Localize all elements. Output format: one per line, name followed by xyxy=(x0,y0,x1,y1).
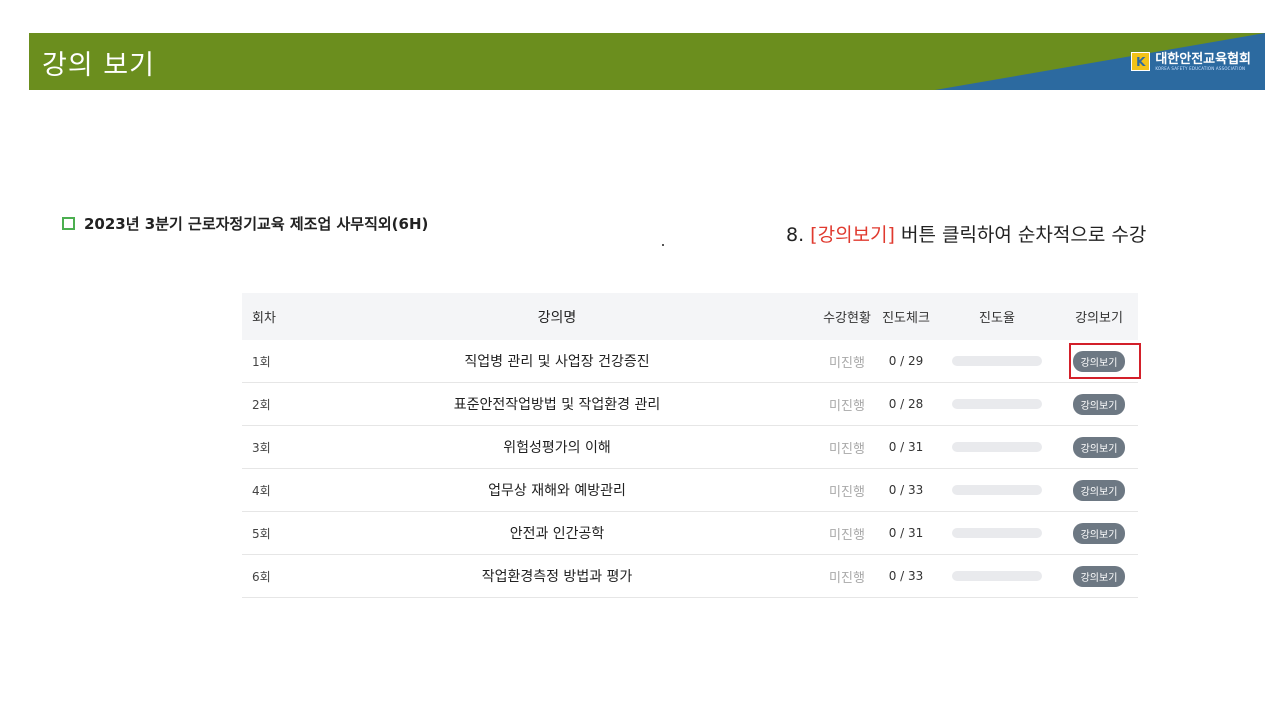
lecture-name: 위험성평가의 이해 xyxy=(503,440,611,456)
progress-rate xyxy=(934,356,1060,366)
view-cell: 강의보기 xyxy=(1060,522,1138,544)
highlight-box xyxy=(1069,343,1141,379)
lecture-name: 직업병 관리 및 사업장 건강증진 xyxy=(464,354,650,370)
brand-logo-group: K 대한안전교육협회 KOREA SAFETY EDUCATION ASSOCI… xyxy=(1131,52,1251,71)
progress-rate xyxy=(934,399,1060,409)
header-check: 진도체크 xyxy=(882,311,930,326)
progress-bar xyxy=(952,442,1042,452)
course-heading: 2023년 3분기 근로자정기교육 제조업 사무직외(6H) xyxy=(62,213,428,234)
table-header: 회차 강의명 수강현황 진도체크 진도율 강의보기 xyxy=(242,293,1138,340)
row-number: 4회 xyxy=(252,483,271,498)
progress-check: 0 / 33 xyxy=(888,569,924,583)
progress-rate xyxy=(934,528,1060,538)
progress-rate xyxy=(934,485,1060,495)
table-row: 2회 표준안전작업방법 및 작업환경 관리 미진행 0 / 28 강의보기 xyxy=(242,383,1138,426)
table-body: 1회 직업병 관리 및 사업장 건강증진 미진행 0 / 29 강의보기 2회 표준안전작업… xyxy=(242,340,1138,598)
table-row: 5회 안전과 인간공학 미진행 0 / 31 강의보기 xyxy=(242,512,1138,555)
table-row: 6회 작업환경측정 방법과 평가 미진행 0 / 33 강의보기 xyxy=(242,555,1138,598)
lecture-name: 작업환경측정 방법과 평가 xyxy=(481,569,633,585)
progress-check: 0 / 33 xyxy=(888,483,924,497)
progress-bar xyxy=(952,571,1042,581)
row-number: 1회 xyxy=(252,354,271,369)
brand-name: 대한안전교육협회 xyxy=(1155,51,1251,67)
progress-check: 0 / 31 xyxy=(888,440,924,454)
status-text: 미진행 xyxy=(829,441,865,457)
brand-subtitle: KOREA SAFETY EDUCATION ASSOCIATION xyxy=(1155,65,1246,71)
header-status: 수강현황 xyxy=(823,311,871,326)
instruction-text: 8. [강의보기] 버튼 클릭하여 순차적으로 수강 xyxy=(786,220,1146,247)
table-row: 1회 직업병 관리 및 사업장 건강증진 미진행 0 / 29 강의보기 xyxy=(242,340,1138,383)
table-row: 4회 업무상 재해와 예방관리 미진행 0 / 33 강의보기 xyxy=(242,469,1138,512)
progress-bar xyxy=(952,528,1042,538)
status-text: 미진행 xyxy=(829,355,865,371)
header-name: 강의명 xyxy=(537,309,577,326)
view-cell: 강의보기 xyxy=(1060,436,1138,458)
lecture-name: 표준안전작업방법 및 작업환경 관리 xyxy=(453,397,661,413)
progress-check: 0 / 28 xyxy=(888,397,924,411)
header-view: 강의보기 xyxy=(1075,311,1123,326)
instruction-suffix: 버튼 클릭하여 순차적으로 수강 xyxy=(894,224,1147,246)
header-banner: 강의 보기 K 대한안전교육협회 KOREA SAFETY EDUCATION … xyxy=(29,33,1265,90)
page-title: 강의 보기 xyxy=(42,50,155,81)
instruction-prefix: 8. xyxy=(786,224,811,246)
instruction-highlight: [강의보기] xyxy=(810,224,895,246)
view-lecture-button[interactable]: 강의보기 xyxy=(1072,479,1126,501)
header-rate: 진도율 xyxy=(979,311,1015,326)
brand-k-icon: K xyxy=(1131,52,1151,71)
status-text: 미진행 xyxy=(829,398,865,414)
status-text: 미진행 xyxy=(829,484,865,500)
course-title: 2023년 3분기 근로자정기교육 제조업 사무직외(6H) xyxy=(84,215,429,233)
square-bullet-icon xyxy=(62,217,75,230)
view-lecture-button[interactable]: 강의보기 xyxy=(1072,522,1126,544)
view-lecture-button[interactable]: 강의보기 xyxy=(1072,436,1126,458)
row-number: 3회 xyxy=(252,440,271,455)
view-lecture-button[interactable]: 강의보기 xyxy=(1072,393,1126,415)
row-number: 5회 xyxy=(252,526,271,541)
lecture-name: 업무상 재해와 예방관리 xyxy=(488,483,626,499)
row-number: 2회 xyxy=(252,397,271,412)
view-lecture-button[interactable]: 강의보기 xyxy=(1072,565,1126,587)
progress-bar xyxy=(952,399,1042,409)
progress-rate xyxy=(934,571,1060,581)
progress-rate xyxy=(934,442,1060,452)
row-number: 6회 xyxy=(252,569,271,584)
table-row: 3회 위험성평가의 이해 미진행 0 / 31 강의보기 xyxy=(242,426,1138,469)
view-cell: 강의보기 xyxy=(1060,393,1138,415)
progress-bar xyxy=(952,485,1042,495)
stray-dot xyxy=(662,244,664,246)
view-cell: 강의보기 xyxy=(1060,565,1138,587)
view-cell: 강의보기 xyxy=(1060,479,1138,501)
lecture-name: 안전과 인간공학 xyxy=(509,526,605,542)
lecture-table: 회차 강의명 수강현황 진도체크 진도율 강의보기 1회 직업병 관리 및 사업장… xyxy=(242,293,1138,598)
progress-check: 0 / 29 xyxy=(888,354,924,368)
status-text: 미진행 xyxy=(829,570,865,586)
progress-check: 0 / 31 xyxy=(888,526,924,540)
header-no: 회차 xyxy=(252,311,276,326)
status-text: 미진행 xyxy=(829,527,865,543)
progress-bar xyxy=(952,356,1042,366)
